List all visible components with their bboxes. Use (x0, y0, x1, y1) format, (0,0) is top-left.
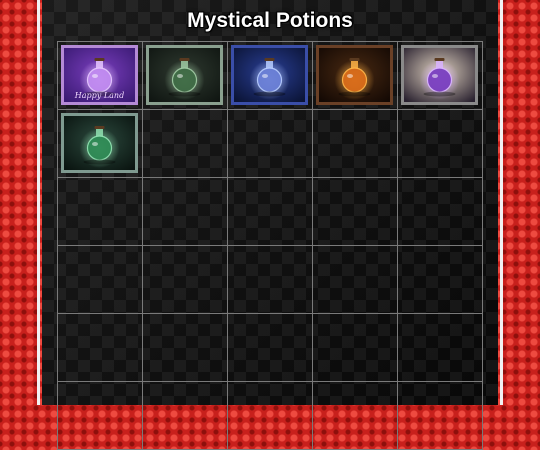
gallery-cell (398, 382, 483, 450)
potion-thumbnail[interactable] (61, 113, 138, 173)
gallery-cell (313, 246, 398, 314)
gallery-cell (143, 382, 228, 450)
gallery-cell (313, 110, 398, 178)
potion-thumbnail[interactable]: Happy Land (61, 45, 138, 105)
gallery-cell (313, 178, 398, 246)
gallery-cell (58, 110, 143, 178)
gallery-cell: Happy Land (58, 42, 143, 110)
gallery-cell (228, 382, 313, 450)
gallery-cell (398, 246, 483, 314)
gallery-cell (313, 42, 398, 110)
gallery-cell (58, 314, 143, 382)
potion-green-forest-icon (64, 116, 135, 170)
page-title: Mystical Potions (187, 9, 353, 32)
potion-thumbnail[interactable] (316, 45, 393, 105)
gallery-cell (398, 314, 483, 382)
gallery-cell (313, 314, 398, 382)
gallery-cell (228, 178, 313, 246)
gallery-cell (143, 246, 228, 314)
gallery-cell (228, 246, 313, 314)
thumbnail-caption: Happy Land (74, 91, 125, 100)
gallery-cell (398, 110, 483, 178)
gallery-cell (398, 42, 483, 110)
gallery-cell (143, 110, 228, 178)
potion-thumbnail[interactable] (146, 45, 223, 105)
gallery-cell (313, 382, 398, 450)
potion-thumbnail[interactable] (401, 45, 478, 105)
gallery-cell (228, 314, 313, 382)
gallery-cell (143, 178, 228, 246)
gallery-cell (58, 382, 143, 450)
gallery-cell (143, 42, 228, 110)
potion-gallery-grid: Happy Land (57, 41, 483, 450)
potion-fire-bottle-icon (319, 48, 390, 102)
potion-purple-glow-icon (404, 48, 475, 102)
gallery-cell (58, 246, 143, 314)
gallery-cell (228, 110, 313, 178)
gallery-cell (228, 42, 313, 110)
gallery-cell (143, 314, 228, 382)
potion-thumbnail[interactable] (231, 45, 308, 105)
potion-heart-bottle-icon (149, 48, 220, 102)
gallery-cell (58, 178, 143, 246)
potion-blue-sparkle-icon (234, 48, 305, 102)
gallery-cell (398, 178, 483, 246)
